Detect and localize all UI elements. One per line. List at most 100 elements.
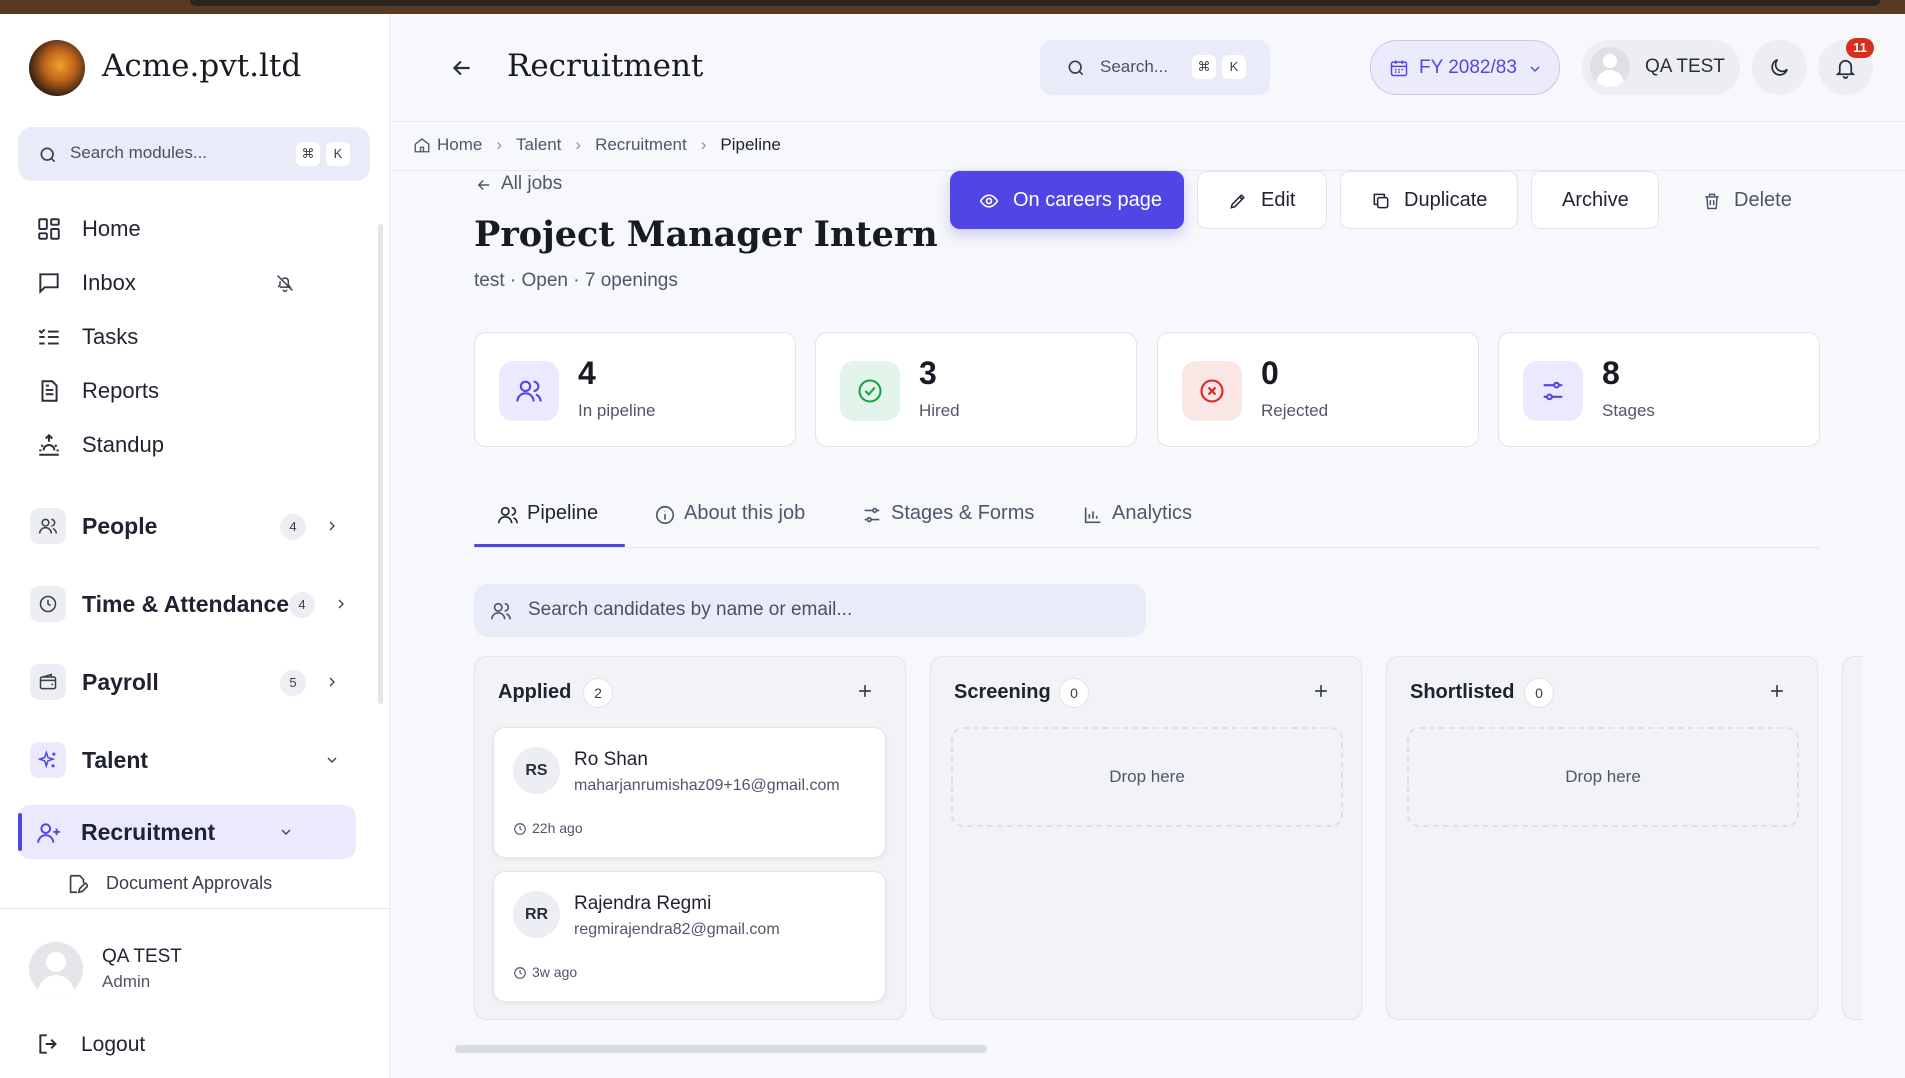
sidebar-item-reports[interactable]: Reports: [30, 370, 350, 410]
logout-button[interactable]: Logout: [36, 1031, 145, 1057]
shortcut-cmd-key: ⌘: [296, 142, 320, 166]
edit-button[interactable]: Edit: [1197, 171, 1327, 229]
breadcrumb-home[interactable]: Home: [437, 135, 482, 155]
chevron-right-icon: [329, 677, 335, 687]
search-icon: [1068, 60, 1084, 76]
sidebar-group-label: People: [82, 513, 158, 539]
archive-button[interactable]: Archive: [1531, 171, 1659, 229]
bell-off-icon[interactable]: [275, 273, 295, 293]
careers-page-button[interactable]: On careers page: [950, 171, 1184, 229]
users-icon: [516, 380, 542, 402]
candidate-card[interactable]: RS Ro Shan maharjanrumishaz09+16@gmail.c…: [493, 727, 886, 858]
delete-button[interactable]: Delete: [1675, 171, 1825, 229]
active-tab-indicator: [474, 544, 625, 547]
sidebar-group-label: Talent: [82, 747, 149, 773]
breadcrumb-current: Pipeline: [720, 135, 781, 154]
clock-icon: [514, 823, 526, 835]
logout-label: Logout: [81, 1033, 146, 1056]
breadcrumb-talent[interactable]: Talent: [516, 135, 561, 155]
brand-logo[interactable]: [29, 40, 85, 96]
back-arrow-icon[interactable]: [449, 55, 475, 81]
avatar: [29, 942, 83, 996]
trash-icon: [1705, 193, 1719, 210]
bar-chart-icon: [1084, 507, 1101, 524]
sidebar-group-people[interactable]: People 4: [30, 504, 360, 548]
wallet-icon: [39, 673, 57, 690]
fiscal-year-selector[interactable]: FY 2082/83: [1370, 40, 1560, 95]
sidebar-subitem-document-approvals[interactable]: Document Approvals: [66, 869, 326, 899]
sidebar-group-time-attendance[interactable]: Time & Attendance 4: [30, 582, 360, 626]
pencil-icon: [1230, 194, 1245, 209]
avatar: [1590, 47, 1630, 87]
column-count-badge: 0: [1059, 678, 1089, 708]
active-indicator: [18, 813, 22, 851]
chevron-down-icon: [1530, 66, 1540, 72]
sliders-icon: [1543, 381, 1563, 401]
add-candidate-plus-icon[interactable]: [1767, 681, 1787, 701]
stat-icon-box: [499, 361, 559, 421]
drop-zone[interactable]: Drop here: [951, 727, 1343, 827]
sidebar-item-label: Home: [82, 216, 141, 241]
sidebar-item-home[interactable]: Home: [30, 208, 350, 248]
candidate-email: maharjanrumishaz09+16@gmail.com: [574, 777, 840, 794]
add-candidate-plus-icon[interactable]: [855, 681, 875, 701]
global-search-placeholder: Search...: [1100, 57, 1169, 76]
sidebar-user-avatar[interactable]: [29, 942, 83, 996]
candidate-avatar: RR: [513, 891, 560, 938]
document-icon: [41, 380, 58, 402]
global-search-input[interactable]: Search... ⌘ K: [1040, 40, 1270, 95]
drop-zone[interactable]: Drop here: [1407, 727, 1799, 827]
stat-label: Hired: [919, 401, 960, 420]
pipeline-column-next-partial: [1842, 656, 1862, 1020]
breadcrumb: Home › Talent › Recruitment › Pipeline: [413, 133, 781, 157]
column-count-badge: 2: [583, 678, 613, 708]
sidebar-item-inbox[interactable]: Inbox: [30, 262, 350, 302]
candidate-card[interactable]: RR Rajendra Regmi regmirajendra82@gmail.…: [493, 871, 886, 1002]
delete-label: Delete: [1734, 189, 1792, 211]
message-icon: [39, 273, 59, 295]
stat-icon-box: [1182, 361, 1242, 421]
shortcut-cmd-key: ⌘: [1192, 55, 1216, 79]
pipeline-column-screening: Screening 0 Drop here: [930, 656, 1362, 1020]
careers-page-label: On careers page: [1013, 189, 1162, 211]
tab-label: Pipeline: [527, 502, 599, 524]
check-circle-icon: [858, 379, 882, 403]
sidebar-search-input[interactable]: Search modules... ⌘ K: [18, 127, 370, 181]
chevron-right-icon: [329, 521, 335, 531]
group-count-badge: 5: [280, 670, 306, 696]
sidebar-group-payroll[interactable]: Payroll 5: [30, 660, 360, 704]
pipeline-horizontal-scrollbar[interactable]: [455, 1045, 987, 1053]
user-menu-button[interactable]: QA TEST: [1582, 40, 1740, 95]
brand-name[interactable]: Acme.pvt.ltd: [102, 48, 301, 84]
sidebar-item-recruitment[interactable]: Recruitment: [18, 805, 356, 859]
chevron-right-icon: [338, 599, 344, 609]
moon-icon: [1771, 59, 1788, 76]
column-count-badge: 0: [1524, 678, 1554, 708]
duplicate-button[interactable]: Duplicate: [1340, 171, 1518, 229]
people-group-icon-box: [30, 508, 66, 544]
breadcrumb-recruitment[interactable]: Recruitment: [595, 135, 687, 155]
stat-card-rejected: 0 Rejected: [1157, 332, 1479, 447]
candidate-search-input[interactable]: Search candidates by name or email...: [474, 584, 1146, 637]
info-icon: [655, 505, 675, 525]
add-candidate-plus-icon[interactable]: [1311, 681, 1331, 701]
job-meta: test · Open · 7 openings: [474, 270, 678, 291]
sidebar-group-label: Payroll: [82, 669, 159, 695]
eye-icon: [979, 194, 999, 208]
grid-icon: [38, 218, 60, 240]
shortcut-k-key: K: [1222, 55, 1246, 79]
group-count-badge: 4: [289, 592, 315, 618]
sidebar-group-talent[interactable]: Talent: [30, 738, 360, 782]
sidebar-item-tasks[interactable]: Tasks: [30, 316, 350, 356]
stat-label: Stages: [1602, 401, 1655, 420]
home-icon: [414, 138, 430, 153]
sidebar-item-standup[interactable]: Standup: [30, 424, 350, 464]
user-menu-name: QA TEST: [1645, 56, 1725, 77]
stat-label: In pipeline: [578, 401, 656, 420]
clock-icon: [514, 967, 526, 979]
column-title: Screening: [954, 681, 1051, 703]
theme-toggle-button[interactable]: [1752, 40, 1807, 95]
sidebar-scrollbar[interactable]: [378, 224, 383, 704]
tab-label: About this job: [684, 502, 806, 524]
job-title: Project Manager Intern: [474, 214, 938, 255]
